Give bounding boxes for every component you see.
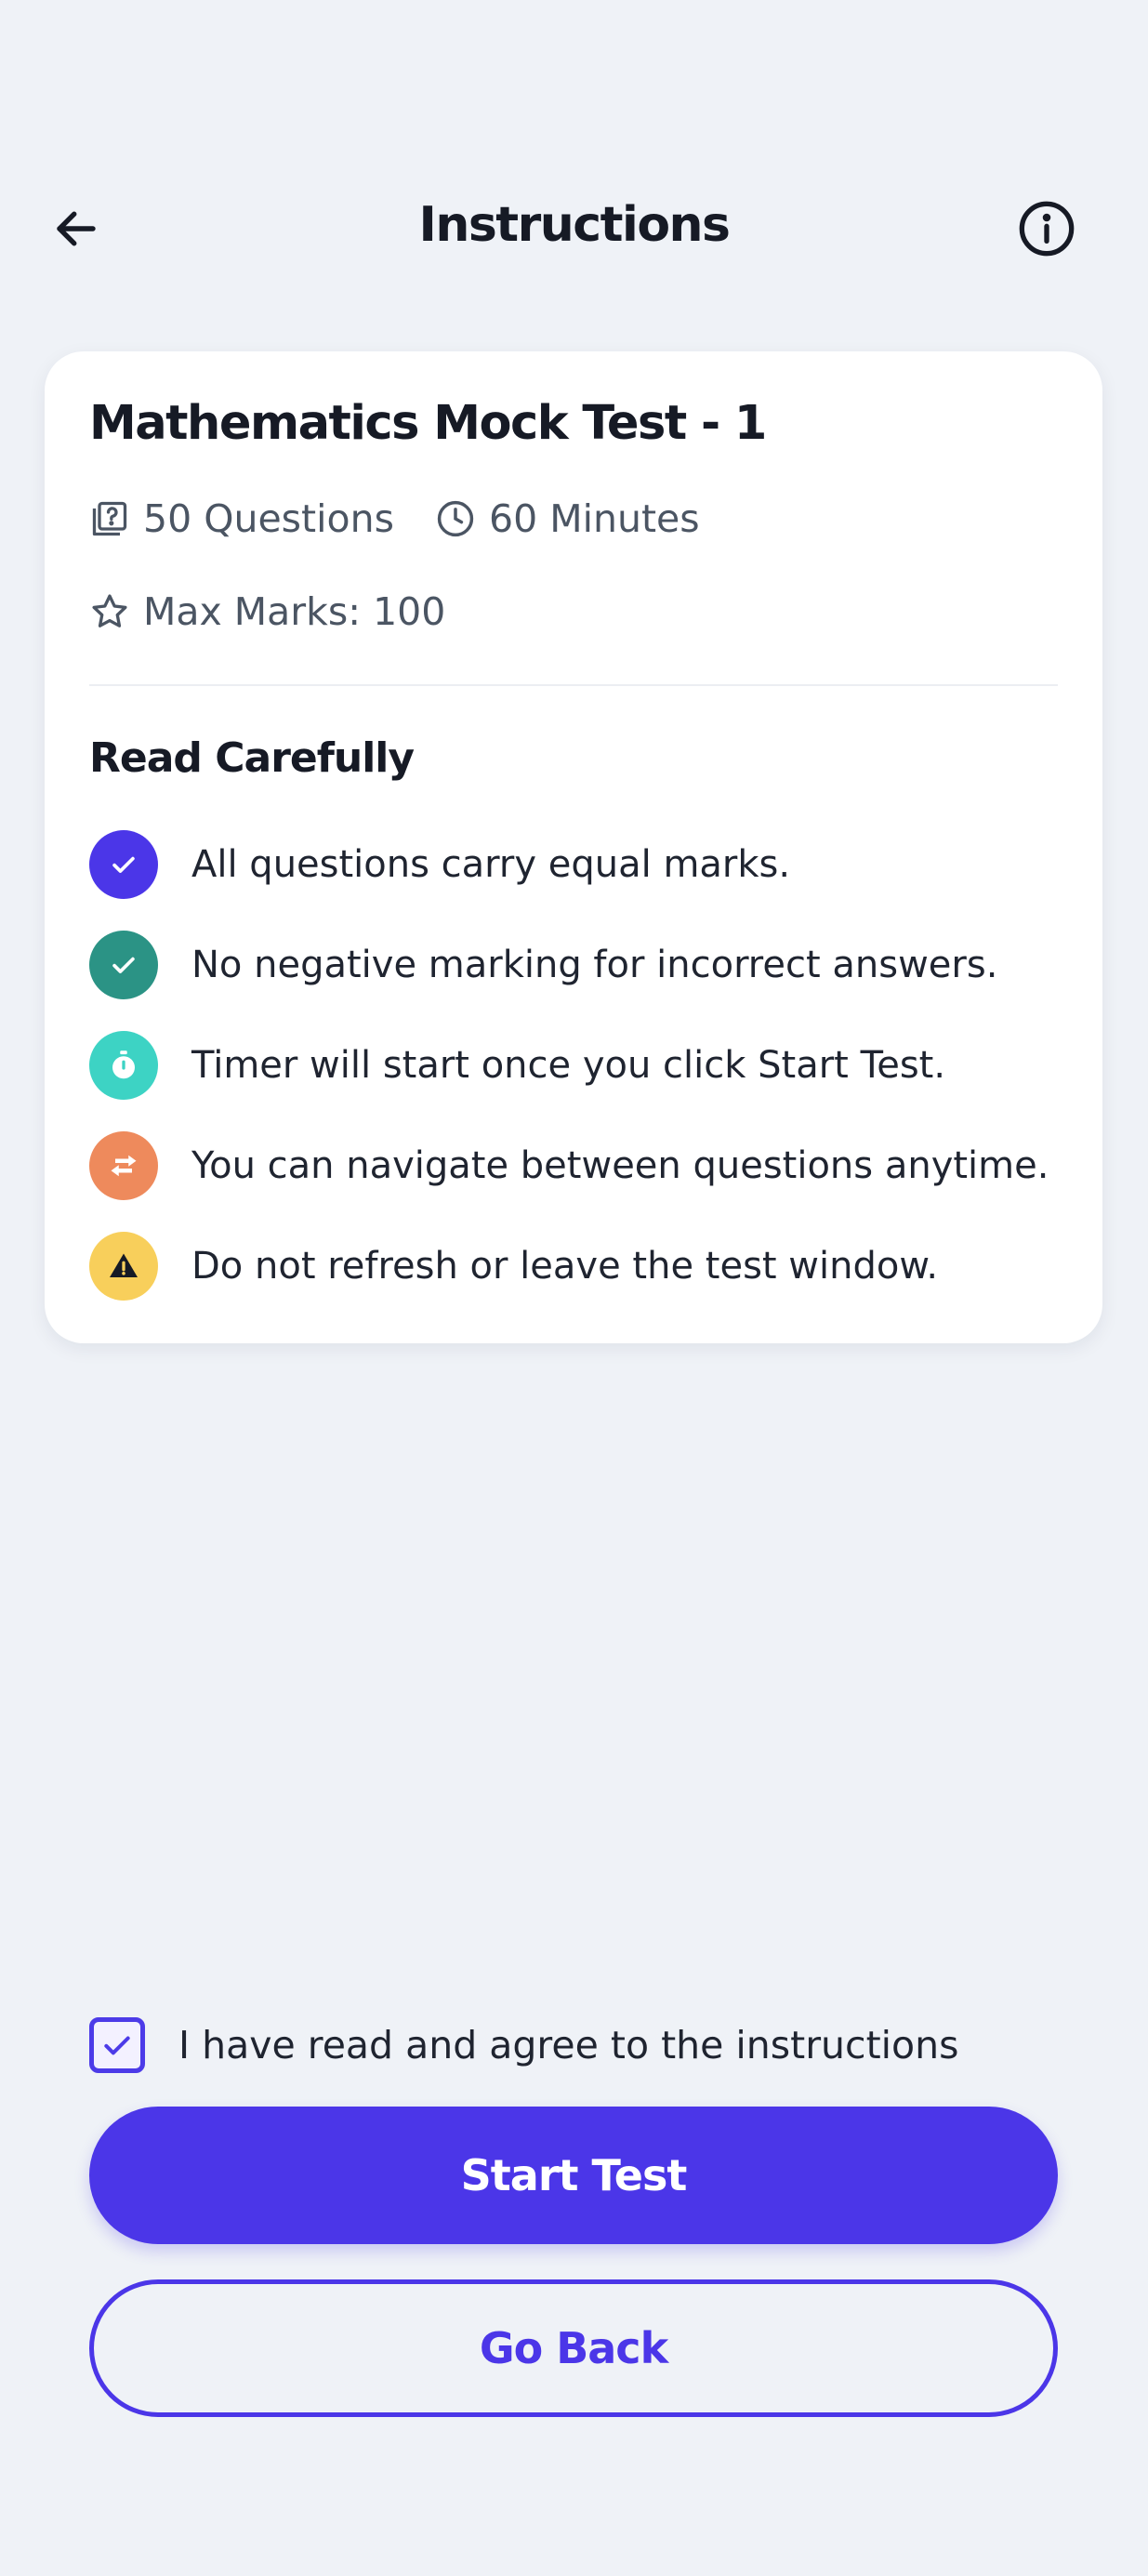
agree-checkbox[interactable] [89, 2017, 145, 2073]
instruction-item: Do not refresh or leave the test window. [89, 1231, 938, 1301]
max-marks-label: Max Marks: 100 [143, 589, 446, 634]
instruction-text: No negative marking for incorrect answer… [191, 944, 998, 986]
test-duration: 60 Minutes [435, 496, 700, 541]
instruction-text: Timer will start once you click Start Te… [191, 1044, 946, 1087]
check-icon [89, 931, 158, 999]
agreement-row[interactable]: I have read and agree to the instruction… [89, 2015, 958, 2075]
instruction-text: All questions carry equal marks. [191, 843, 791, 886]
instruction-item: No negative marking for incorrect answer… [89, 930, 997, 1000]
warning-icon [89, 1232, 158, 1301]
max-marks: Max Marks: 100 [89, 589, 445, 634]
duration-label: 60 Minutes [489, 496, 700, 541]
check-icon [89, 830, 158, 899]
swap-arrows-icon [89, 1131, 158, 1200]
instruction-item: You can navigate between questions anyti… [89, 1130, 1049, 1201]
stopwatch-icon [89, 1031, 158, 1100]
info-circle-icon [1019, 201, 1075, 257]
question-book-icon [92, 501, 127, 536]
clock-icon [437, 500, 474, 537]
instruction-item: All questions carry equal marks. [89, 829, 790, 900]
test-title: Mathematics Mock Test - 1 [89, 396, 767, 451]
instruction-text: You can navigate between questions anyti… [191, 1144, 1049, 1187]
agree-label[interactable]: I have read and agree to the instruction… [178, 2023, 958, 2067]
page-title: Instructions [418, 197, 731, 253]
question-count-label: 50 Questions [143, 496, 394, 541]
go-back-button[interactable]: Go Back [89, 2279, 1058, 2417]
info-button[interactable] [1017, 199, 1076, 258]
check-icon [104, 2036, 130, 2055]
question-count: 50 Questions [89, 496, 394, 541]
instruction-text: Do not refresh or leave the test window. [191, 1245, 939, 1288]
test-info-card: Mathematics Mock Test - 1 50 Questions 6… [45, 351, 1102, 1343]
star-icon [92, 594, 127, 627]
section-title: Read Carefully [89, 734, 415, 782]
divider [89, 684, 1058, 686]
instruction-item: Timer will start once you click Start Te… [89, 1030, 945, 1101]
app-header: Instructions [0, 177, 1148, 279]
start-test-button[interactable]: Start Test [89, 2107, 1058, 2244]
